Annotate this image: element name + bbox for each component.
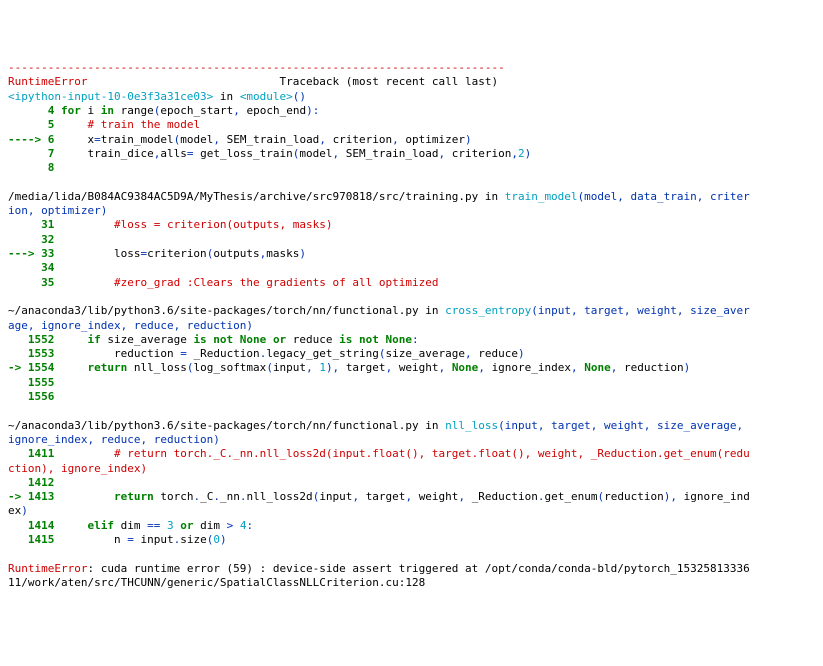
lineno: 1412 [8,476,54,489]
lineno: 31 [8,218,54,231]
traceback: ----------------------------------------… [8,61,815,590]
lineno: 34 [8,261,54,274]
lineno: 1414 [8,519,54,532]
arrow-lineno: ----> 6 [8,133,54,146]
error-class: RuntimeError [8,562,87,575]
lineno: 35 [8,276,54,289]
frame-location: ~/anaconda3/lib/python3.6/site-packages/… [8,304,419,317]
frame-location: /media/lida/B084AC9384AC5D9A/MyThesis/ar… [8,190,478,203]
lineno: 7 [8,147,54,160]
lineno: 1555 [8,376,54,389]
lineno: 4 [8,104,54,117]
lineno: 8 [8,161,54,174]
error-message: : cuda runtime error (59) : device-side … [87,562,749,575]
lineno: 5 [8,118,54,131]
error-class: RuntimeError [8,75,87,88]
frame-location: <ipython-input-10-0e3f3a31ce03> [8,90,213,103]
lineno: 1552 [8,333,54,346]
frame-location: ~/anaconda3/lib/python3.6/site-packages/… [8,419,419,432]
divider: ----------------------------------------… [8,61,505,74]
traceback-header: Traceback (most recent call last) [87,75,498,88]
arrow-lineno: ---> 33 [8,247,54,260]
lineno: 1411 [8,447,54,460]
arrow-lineno: -> 1413 [8,490,54,503]
lineno: 1415 [8,533,54,546]
lineno: 32 [8,233,54,246]
lineno: 1553 [8,347,54,360]
arrow-lineno: -> 1554 [8,361,54,374]
lineno: 1556 [8,390,54,403]
